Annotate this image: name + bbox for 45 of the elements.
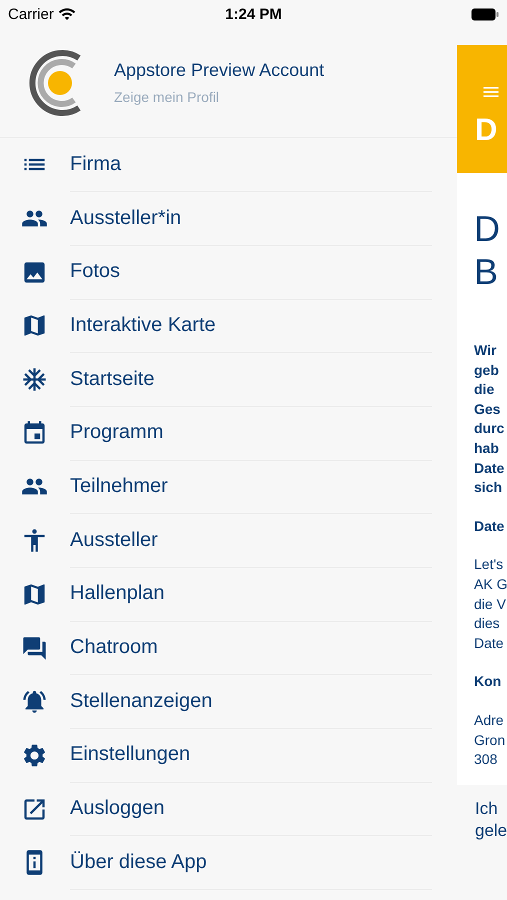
page-title: D [474, 207, 501, 250]
header-title: D [475, 112, 498, 148]
intro-text: geb [474, 360, 500, 380]
bell-icon [21, 688, 48, 716]
carrier-label: Carrier [8, 6, 54, 22]
menu-item[interactable]: Fotos [70, 244, 432, 300]
menu-item[interactable]: Aussteller*in [70, 191, 432, 246]
body-text: 308 [474, 750, 498, 770]
menu-item[interactable]: Interaktive Karte [70, 298, 432, 354]
body-text: AK G [474, 574, 507, 594]
battery-icon [471, 8, 499, 20]
intro-text: Date [474, 458, 506, 478]
body-text: Date [474, 634, 505, 653]
footer-text: gele [475, 820, 507, 842]
chat-icon [21, 634, 48, 662]
menu-item[interactable]: Aussteller [70, 513, 432, 568]
page-title: B [474, 250, 500, 293]
menu-item[interactable]: Stellenanzeigen [70, 674, 432, 730]
menu-item[interactable]: Über diese App [70, 835, 432, 890]
menu-item[interactable]: Firma [70, 138, 432, 192]
body-text: Gron [474, 730, 506, 750]
body-text: dies [474, 614, 501, 634]
menu-item[interactable]: Chatroom [70, 620, 432, 676]
menu-item[interactable]: Teilnehmer [70, 460, 432, 514]
body-text: Adre [474, 710, 505, 730]
footer-text: Ich [475, 798, 499, 820]
section-heading: Date [474, 516, 506, 536]
settings-icon [21, 742, 48, 769]
intro-text: durc [474, 419, 506, 438]
intro-text: Wir [474, 341, 498, 360]
clock: 1:24 PM [225, 6, 282, 22]
intro-text: hab [474, 438, 500, 458]
menu-item[interactable]: Ausloggen [70, 782, 432, 836]
section-heading: Kon [474, 672, 502, 692]
intro-text: sich [474, 478, 504, 498]
intro-text: Ges [474, 400, 502, 419]
menu-item[interactable]: Einstellungen [70, 728, 432, 783]
menu-item[interactable]: Startseite [70, 352, 432, 407]
snowflake-icon [21, 366, 48, 394]
account-name: Appstore Preview Account [114, 60, 324, 81]
body-text: Let's [474, 555, 504, 574]
menu-item[interactable]: Hallenplan [70, 567, 432, 622]
body-text: die V [474, 594, 507, 614]
intro-text: die [474, 380, 496, 400]
menu-item[interactable]: Programm [70, 406, 432, 461]
